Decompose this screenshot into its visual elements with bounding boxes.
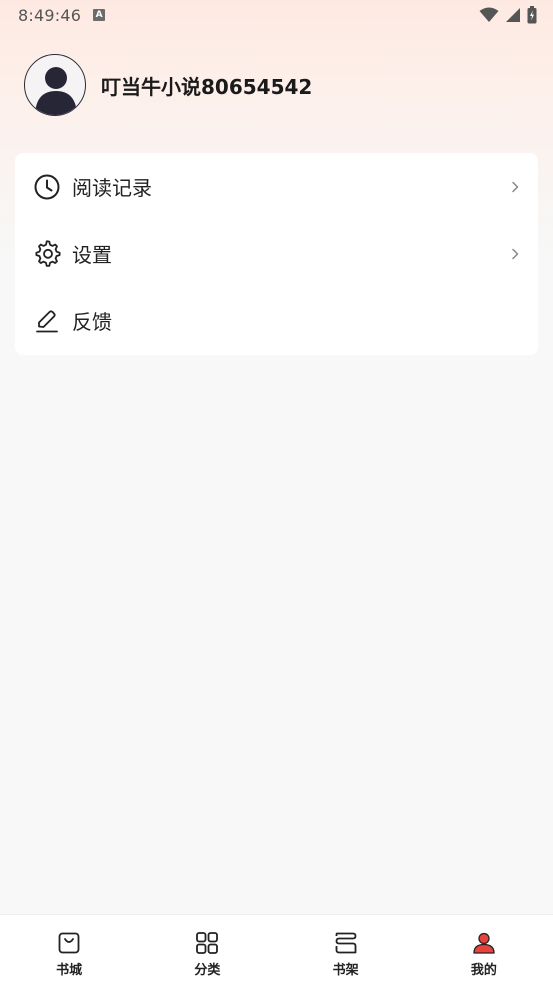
battery-icon: [527, 6, 537, 24]
signal-icon: [506, 8, 520, 22]
wifi-icon: [479, 7, 499, 22]
status-icons: [479, 6, 537, 24]
user-icon: [471, 930, 497, 956]
profile-header[interactable]: 叮当牛小说80654542: [24, 54, 312, 116]
bottom-tab-bar: 书城 分类 书架 我的: [0, 914, 553, 984]
profile-page: 8:49:46 A 叮当牛小说80654542 阅读记录 设置 反馈 书城 分类…: [0, 0, 553, 984]
tab-label: 我的: [470, 963, 497, 978]
tab-bookstore[interactable]: 书城: [0, 915, 138, 984]
tab-label: 书架: [332, 963, 359, 978]
menu-item-feedback[interactable]: 反馈: [15, 287, 538, 354]
edit-icon: [33, 307, 61, 335]
username: 叮当牛小说80654542: [101, 74, 313, 99]
status-bar: 8:49:46 A: [0, 0, 553, 30]
clock-icon: [33, 173, 61, 201]
chevron-right-icon: [512, 248, 519, 259]
bookshelf-icon: [333, 930, 359, 956]
avatar[interactable]: [24, 54, 86, 116]
gear-icon: [33, 239, 61, 268]
chevron-right-icon: [512, 181, 519, 192]
menu-item-settings[interactable]: 设置: [15, 220, 538, 287]
notification-icon: A: [93, 9, 106, 21]
bag-icon: [56, 930, 82, 956]
status-time: 8:49:46: [18, 5, 82, 25]
menu-label: 阅读记录: [72, 176, 152, 200]
menu-card: 阅读记录 设置 反馈: [15, 153, 538, 355]
default-avatar-icon: [35, 67, 77, 115]
tab-bookshelf[interactable]: 书架: [277, 915, 415, 984]
menu-label: 设置: [72, 243, 112, 267]
tab-category[interactable]: 分类: [138, 915, 276, 984]
grid-icon: [194, 930, 220, 956]
tab-label: 分类: [194, 963, 221, 978]
tab-label: 书城: [56, 963, 83, 978]
tab-mine[interactable]: 我的: [415, 915, 553, 984]
menu-label: 反馈: [72, 310, 112, 334]
menu-item-reading-history[interactable]: 阅读记录: [15, 153, 538, 220]
